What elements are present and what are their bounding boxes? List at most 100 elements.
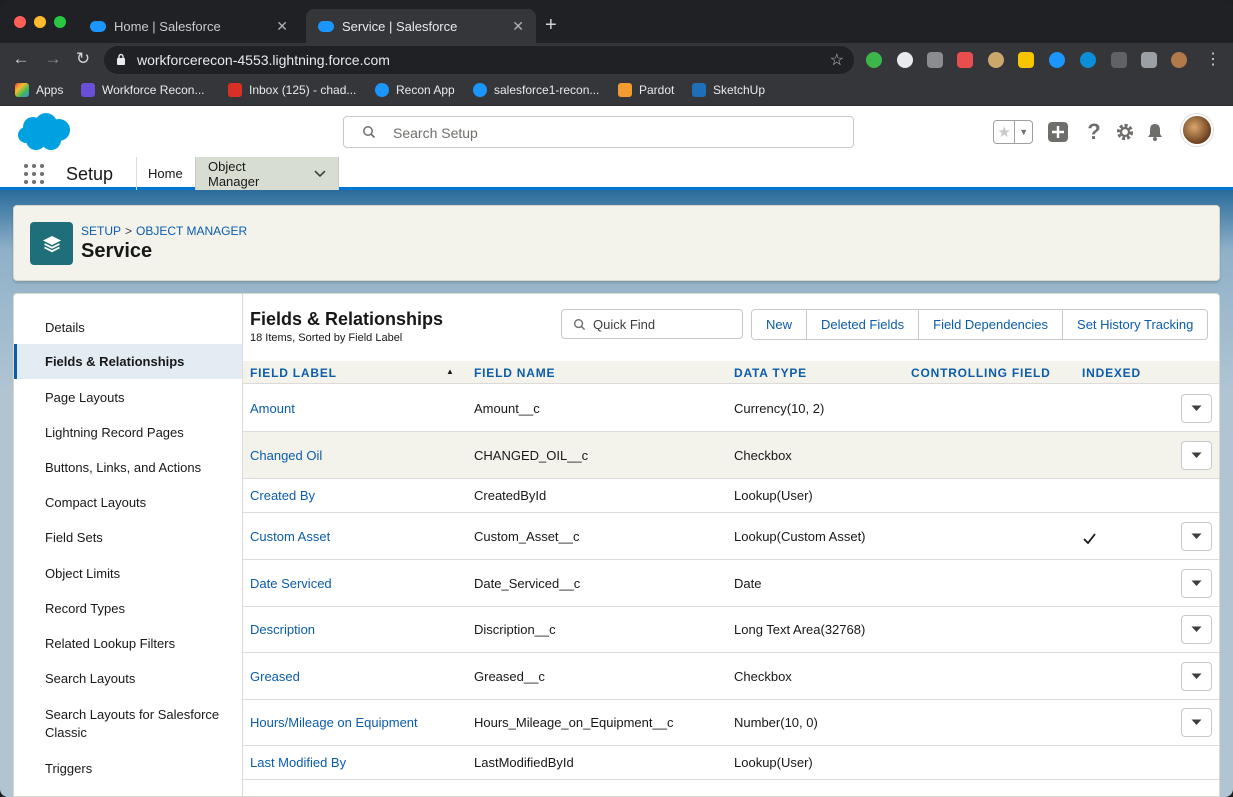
sidebar-item-record-types[interactable]: Record Types <box>14 600 242 618</box>
forward-arrow-icon[interactable]: → <box>42 49 64 69</box>
sidebar-item-details[interactable]: Details <box>14 319 242 337</box>
favorites-dropdown-icon[interactable]: ▼ <box>1015 121 1032 143</box>
sidebar-item-search-layouts-classic[interactable]: Search Layouts for Salesforce Classic <box>14 706 229 742</box>
bookmark-salesforce1[interactable]: salesforce1-recon... <box>473 83 599 97</box>
quick-find-input[interactable]: Quick Find <box>561 309 743 339</box>
notification-bell-icon[interactable] <box>1143 120 1167 144</box>
app-launcher-icon[interactable] <box>24 164 44 184</box>
cloud-extension-icon[interactable] <box>1080 52 1096 68</box>
column-controlling-field[interactable]: CONTROLLING FIELD <box>911 366 1051 380</box>
grid-extension-icon[interactable] <box>1111 52 1127 68</box>
sidebar-item-related-lookup-filters[interactable]: Related Lookup Filters <box>14 635 242 653</box>
salesforce-cloud-icon <box>90 20 106 32</box>
help-icon[interactable]: ? <box>1082 119 1106 144</box>
page-title: Service <box>81 240 153 262</box>
row-actions-button[interactable] <box>1181 394 1212 423</box>
row-actions-button[interactable] <box>1181 615 1212 644</box>
sidebar-item-fields-relationships[interactable]: Fields & Relationships <box>14 344 242 379</box>
row-actions-button[interactable] <box>1181 522 1212 551</box>
field-label-link[interactable]: Changed Oil <box>250 448 322 463</box>
notes-extension-icon[interactable] <box>1018 52 1034 68</box>
puzzle-extensions-icon[interactable] <box>1141 52 1157 68</box>
bookmark-star-icon[interactable]: ☆ <box>830 50 844 70</box>
salesforce-logo[interactable] <box>16 112 72 152</box>
bookmark-inbox[interactable]: Inbox (125) - chad... <box>228 83 356 97</box>
search-setup-input[interactable]: Search Setup <box>343 116 854 148</box>
reload-icon[interactable]: ↻ <box>72 49 94 69</box>
bookmark-apps[interactable]: Apps <box>15 83 63 97</box>
sidebar-item-triggers[interactable]: Triggers <box>14 760 242 778</box>
column-indexed[interactable]: INDEXED <box>1082 366 1141 380</box>
search-icon <box>363 126 376 139</box>
salesforce-extension-icon[interactable] <box>1049 52 1065 68</box>
field-label-link[interactable]: Last Modified By <box>250 755 346 770</box>
row-actions-button[interactable] <box>1181 708 1212 737</box>
breadcrumb-object-manager[interactable]: OBJECT MANAGER <box>136 224 247 238</box>
row-actions-button[interactable] <box>1181 441 1212 470</box>
sidebar-item-buttons-links-actions[interactable]: Buttons, Links, and Actions <box>14 459 242 477</box>
back-arrow-icon[interactable]: ← <box>10 49 32 69</box>
field-label-link[interactable]: Date Serviced <box>250 576 332 591</box>
kebab-menu-icon[interactable]: ⋮ <box>1202 49 1224 69</box>
tab-home[interactable]: Home <box>136 157 195 190</box>
video-extension-icon[interactable] <box>957 52 973 68</box>
extension-icon[interactable] <box>988 52 1004 68</box>
sidebar-item-field-sets[interactable]: Field Sets <box>14 529 242 547</box>
field-label-link[interactable]: Created By <box>250 488 315 503</box>
field-label-link[interactable]: Greased <box>250 669 300 684</box>
close-tab-icon[interactable]: ✕ <box>276 18 288 35</box>
field-api-name: LastModifiedById <box>474 755 574 770</box>
grammarly-extension-icon[interactable] <box>927 52 943 68</box>
new-tab-icon[interactable]: + <box>545 14 557 37</box>
row-actions-button[interactable] <box>1181 569 1212 598</box>
field-label-link[interactable]: Hours/Mileage on Equipment <box>250 715 418 730</box>
sidebar-item-search-layouts[interactable]: Search Layouts <box>14 670 242 688</box>
bookmark-recon-app[interactable]: Recon App <box>375 83 455 97</box>
row-actions-button[interactable] <box>1181 662 1212 691</box>
profile-avatar[interactable] <box>1171 52 1187 68</box>
evernote-extension-icon[interactable] <box>866 52 882 68</box>
sidebar-item-compact-layouts[interactable]: Compact Layouts <box>14 494 242 512</box>
browser-tab-service[interactable]: Service | Salesforce ✕ <box>306 9 536 43</box>
favorite-star-icon[interactable]: ★ <box>994 121 1016 143</box>
bookmark-sketchup[interactable]: SketchUp <box>692 83 765 97</box>
favorites-button[interactable]: ★ ▼ <box>993 120 1033 144</box>
gear-icon[interactable] <box>1113 120 1137 144</box>
breadcrumb: SETUP > OBJECT MANAGER <box>81 224 247 238</box>
field-dependencies-button[interactable]: Field Dependencies <box>919 310 1064 339</box>
bookmark-workforce-recon[interactable]: Workforce Recon... <box>81 83 204 97</box>
set-history-tracking-button[interactable]: Set History Tracking <box>1063 310 1208 339</box>
new-button[interactable]: New <box>752 310 808 339</box>
table-header: FIELD LABEL ▲ FIELD NAME DATA TYPE CONTR… <box>243 361 1219 384</box>
close-window-button[interactable] <box>14 16 26 28</box>
bookmark-pardot[interactable]: Pardot <box>618 83 674 97</box>
global-actions-icon[interactable] <box>1046 120 1070 144</box>
column-data-type[interactable]: DATA TYPE <box>734 366 807 380</box>
column-field-label[interactable]: FIELD LABEL <box>250 366 337 380</box>
field-label-link[interactable]: Custom Asset <box>250 529 330 544</box>
sidebar-item-object-limits[interactable]: Object Limits <box>14 565 242 583</box>
sidebar-item-lightning-record-pages[interactable]: Lightning Record Pages <box>14 424 242 442</box>
field-data-type: Lookup(User) <box>734 488 813 503</box>
address-bar[interactable]: workforcerecon-4553.lightning.force.com … <box>104 46 854 74</box>
browser-window: Home | Salesforce ✕ Service | Salesforce… <box>0 0 1233 797</box>
maximize-window-button[interactable] <box>54 16 66 28</box>
sidebar-item-page-layouts[interactable]: Page Layouts <box>14 389 242 407</box>
column-field-name[interactable]: FIELD NAME <box>474 366 555 380</box>
tab-object-manager[interactable]: Object Manager <box>195 157 339 190</box>
field-label-link[interactable]: Description <box>250 622 315 637</box>
field-label-link[interactable]: Amount <box>250 401 295 416</box>
browser-tab-home[interactable]: Home | Salesforce ✕ <box>78 9 300 43</box>
user-avatar[interactable] <box>1181 114 1213 146</box>
sort-ascending-icon[interactable]: ▲ <box>446 367 454 376</box>
breadcrumb-setup[interactable]: SETUP <box>81 224 121 238</box>
minimize-window-button[interactable] <box>34 16 46 28</box>
deleted-fields-button[interactable]: Deleted Fields <box>807 310 920 339</box>
extension-icon[interactable] <box>897 52 913 68</box>
chevron-down-icon[interactable] <box>314 169 326 178</box>
field-api-name: Greased__c <box>474 669 545 684</box>
close-tab-icon[interactable]: ✕ <box>512 18 524 35</box>
chevron-down-icon <box>1191 452 1202 458</box>
chevron-down-icon <box>1191 533 1202 539</box>
field-api-name: CHANGED_OIL__c <box>474 448 589 463</box>
